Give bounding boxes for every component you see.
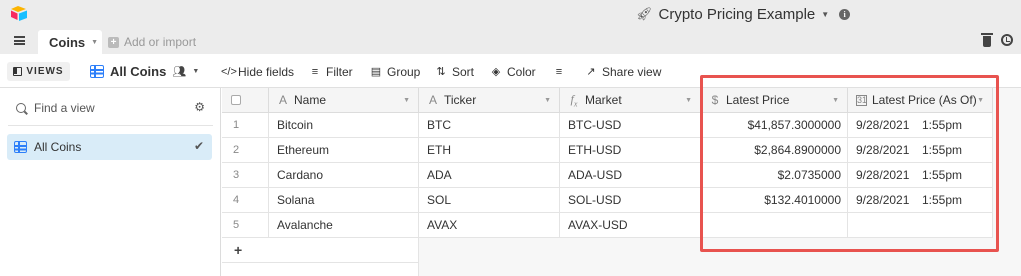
hide-fields-label: Hide fields (238, 64, 295, 79)
row-height-icon: ≡ (555, 65, 563, 78)
group-label: Group (387, 64, 421, 79)
group-button[interactable]: ▤ Group (370, 63, 421, 80)
column-header-label: Ticker (444, 93, 477, 107)
search-icon (16, 103, 26, 113)
rocket-icon: 🚀︎ (636, 6, 653, 21)
select-all-header (222, 88, 269, 113)
row-height-button[interactable]: ≡ (553, 63, 565, 80)
cell-market[interactable]: BTC-USD (560, 113, 701, 138)
tab-label: Coins (49, 34, 86, 50)
add-or-import-button[interactable]: + Add or import (108, 35, 196, 49)
collaborative-view-icon: 👥︎ (172, 66, 187, 78)
cell-ticker[interactable]: BTC (419, 113, 560, 138)
row-number: 4 (222, 188, 269, 213)
divider (8, 125, 213, 126)
grid-view-icon (90, 65, 104, 78)
find-view-placeholder[interactable]: Find a view (34, 101, 95, 115)
chevron-down-icon[interactable]: ▼ (821, 10, 829, 19)
paint-bucket-icon: ◈ (491, 66, 501, 78)
table-tab-bar: Coins ▼ + Add or import (0, 28, 1021, 54)
trash-icon[interactable] (981, 33, 993, 47)
tab-bar-actions (981, 33, 1013, 47)
column-header-label: Name (294, 93, 327, 107)
column-header-ticker[interactable]: A Ticker ▼ (419, 88, 560, 113)
grid-view-icon (14, 141, 27, 153)
column-header-market[interactable]: fx Market ▼ (560, 88, 701, 113)
row-number: 1 (222, 113, 269, 138)
cell-ticker[interactable]: ETH (419, 138, 560, 163)
filter-button[interactable]: ≡ Filter (309, 63, 353, 80)
sort-button[interactable]: ⇅ Sort (435, 63, 474, 80)
row-number: 2 (222, 138, 269, 163)
cell-name[interactable]: Bitcoin (269, 113, 419, 138)
sort-label: Sort (452, 64, 475, 79)
info-icon[interactable]: i (839, 8, 851, 20)
airtable-logo-icon[interactable] (10, 5, 28, 21)
sidebar-item-all-coins[interactable]: All Coins ✔ (7, 134, 212, 160)
text-field-icon: A (278, 93, 287, 107)
plus-icon: + (234, 242, 243, 258)
sidebar-toggle-icon (13, 67, 23, 76)
row-number: 3 (222, 163, 269, 188)
row-number: 5 (222, 213, 269, 238)
cell-ticker[interactable]: SOL (419, 188, 560, 213)
chevron-down-icon[interactable]: ▼ (192, 68, 199, 75)
cell-name[interactable]: Cardano (269, 163, 419, 188)
base-title[interactable]: 🚀︎ Crypto Pricing Example ▼ i (636, 5, 851, 23)
share-icon: ↗ (586, 66, 596, 78)
plus-icon: + (108, 36, 119, 48)
chevron-down-icon[interactable]: ▼ (403, 97, 410, 104)
views-sidebar: Find a view ⚙ All Coins ✔ (0, 88, 221, 276)
sort-icon: ⇅ (436, 66, 446, 78)
select-all-checkbox[interactable] (231, 95, 241, 105)
chevron-down-icon[interactable]: ▼ (91, 39, 98, 46)
color-label: Color (507, 64, 536, 79)
column-header-label: Market (585, 93, 622, 107)
views-label: VIEWS (26, 66, 64, 77)
filter-icon: ≡ (311, 65, 319, 78)
formula-icon: fx (570, 91, 578, 109)
find-view-search[interactable]: Find a view ⚙ (8, 98, 213, 118)
history-icon[interactable] (1001, 34, 1013, 46)
share-view-button[interactable]: ↗ Share view (585, 63, 661, 80)
sidebar-item-label: All Coins (34, 140, 82, 154)
cell-ticker[interactable]: ADA (419, 163, 560, 188)
eye-slash-icon: </> (221, 65, 237, 78)
cell-name[interactable]: Avalanche (269, 213, 419, 238)
cell-name[interactable]: Ethereum (269, 138, 419, 163)
cell-name[interactable]: Solana (269, 188, 419, 213)
hamburger-menu-icon[interactable] (14, 36, 25, 45)
share-view-label: Share view (602, 64, 662, 79)
add-record-button[interactable]: + (222, 238, 419, 263)
group-icon: ▤ (370, 66, 382, 78)
grid-filler (222, 263, 419, 276)
title-bar: 🚀︎ Crypto Pricing Example ▼ i (0, 0, 1021, 28)
hide-fields-button[interactable]: </> Hide fields (221, 63, 294, 80)
add-or-import-label: Add or import (124, 35, 197, 49)
filter-label: Filter (326, 64, 353, 79)
views-toggle-button[interactable]: VIEWS (7, 62, 70, 81)
view-name-label: All Coins (110, 64, 167, 79)
view-switcher[interactable]: All Coins 👥︎ ▼ (90, 62, 199, 81)
cell-market[interactable]: ETH-USD (560, 138, 701, 163)
chevron-down-icon[interactable]: ▼ (685, 97, 692, 104)
cell-market[interactable]: AVAX-USD (560, 213, 701, 238)
gear-icon[interactable]: ⚙ (194, 100, 205, 114)
cell-market[interactable]: SOL-USD (560, 188, 701, 213)
column-header-name[interactable]: A Name ▼ (269, 88, 419, 113)
checkmark-icon: ✔ (193, 139, 204, 153)
text-field-icon: A (428, 93, 437, 107)
cell-ticker[interactable]: AVAX (419, 213, 560, 238)
cell-market[interactable]: ADA-USD (560, 163, 701, 188)
base-title-label: Crypto Pricing Example (658, 5, 816, 23)
chevron-down-icon[interactable]: ▼ (544, 97, 551, 104)
annotation-highlight-box (700, 75, 999, 252)
tab-coins[interactable]: Coins ▼ (38, 30, 102, 54)
color-button[interactable]: ◈ Color (490, 63, 536, 80)
